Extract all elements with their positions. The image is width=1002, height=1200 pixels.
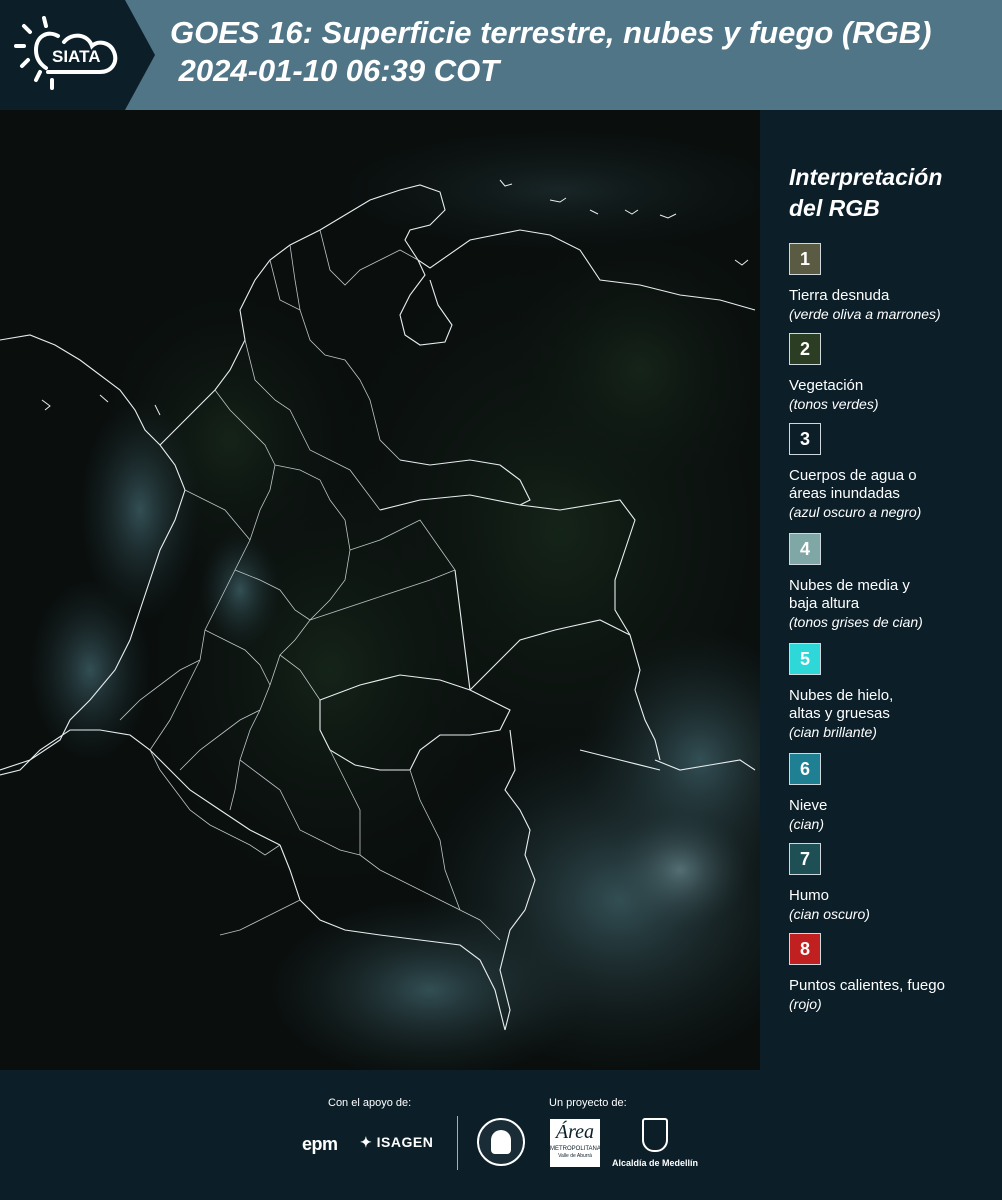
legend-description: (cian) [789,816,825,832]
legend-description: (cian brillante) [789,724,877,740]
sun-cloud-icon: SIATA [14,16,118,90]
legend-description: (tonos verdes) [789,396,879,412]
legend-swatch: 5 [789,643,821,675]
legend-swatch: 3 [789,423,821,455]
legend-label: Vegetación [789,377,864,394]
seal-logo-icon [477,1118,525,1166]
legend-swatch: 2 [789,333,821,365]
legend-description: (azul oscuro a negro) [789,504,922,520]
legend-item: 7 Humo (cian oscuro) [789,843,999,923]
legend-swatch: 1 [789,243,821,275]
legend-description: (verde oliva a marrones) [789,306,941,322]
legend-item: 5 Nubes de hielo, altas y gruesas (cian br… [789,643,999,741]
satellite-map[interactable] [0,110,760,1070]
legend-panel: Interpretación del RGB 1 Tierra desnuda (v… [760,110,1002,1070]
svg-text:SIATA: SIATA [52,47,100,66]
legend-swatch: 6 [789,753,821,785]
legend-label: Cuerpos de agua o áreas inundadas [789,467,917,502]
legend-description: (rojo) [789,996,822,1012]
epm-logo: epm [302,1134,338,1154]
legend-label: Nubes de media y baja altura [789,577,910,612]
legend-item: 4 Nubes de media y baja altura (tonos gris… [789,533,999,631]
legend-item: 6 Nieve (cian) [789,753,999,833]
legend-label: Humo [789,887,830,904]
legend-item: 2 Vegetación (tonos verdes) [789,333,999,413]
page-title: GOES 16: Superficie terrestre, nubes y f… [170,15,932,88]
legend-description: (cian oscuro) [789,906,870,922]
legend-label: Tierra desnuda [789,287,890,304]
legend-label: Nubes de hielo, altas y gruesas [789,687,894,722]
legend-item: 1 Tierra desnuda (verde oliva a marrones) [789,243,999,323]
legend-item: 3 Cuerpos de agua o áreas inundadas (azul … [789,423,999,521]
isagen-logo: ✦ ISAGEN [360,1134,434,1150]
area-metropolitana-logo: Área METROPOLITANA Valle de Aburrá [550,1119,601,1167]
legend-title: Interpretación del RGB [789,164,943,221]
legend-swatch: 4 [789,533,821,565]
footer: Con el apoyo de: Un proyecto de: epm ✦ I… [0,1070,1002,1200]
support-label: Con el apoyo de: [328,1097,412,1109]
alcaldia-medellin-logo: Alcaldía de Medellín [612,1118,702,1174]
footer-divider [457,1116,458,1170]
isagen-mark-icon: ✦ [360,1134,373,1150]
legend-label: Puntos calientes, fuego [789,977,945,994]
legend-label: Nieve [789,797,828,814]
legend-swatch: 8 [789,933,821,965]
project-label: Un proyecto de: [549,1097,627,1109]
siata-logo: SIATA [0,0,155,110]
legend-description: (tonos grises de cian) [789,614,923,630]
header-bar: SIATA GOES 16: Superficie terrestre, nub… [0,0,1002,110]
medellin-shield-icon [642,1118,668,1152]
legend-item: 8 Puntos calientes, fuego (rojo) [789,933,999,1013]
legend-swatch: 7 [789,843,821,875]
